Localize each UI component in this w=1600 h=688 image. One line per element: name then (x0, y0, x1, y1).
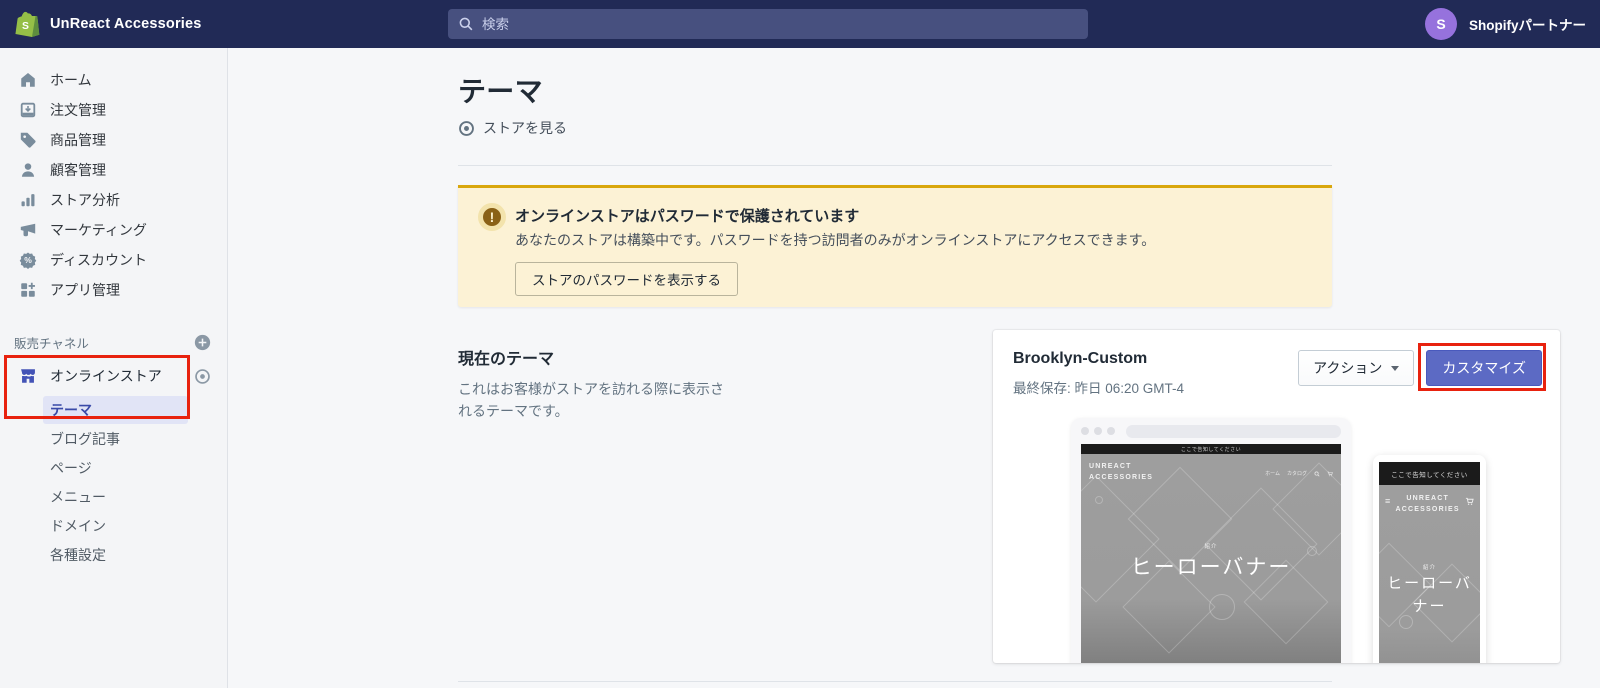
sidebar-item-pages[interactable]: ページ (43, 454, 188, 482)
hamburger-icon: ≡ (1385, 497, 1390, 506)
preview-cart-icon-mobile (1465, 497, 1474, 506)
page-title: テーマ (458, 70, 543, 110)
preview-store-logo: UNREACT ACCESSORIES (1089, 462, 1153, 483)
warning-icon: ! (478, 203, 506, 231)
show-password-button[interactable]: ストアのパスワードを表示する (515, 262, 738, 296)
sidebar-item-discounts[interactable]: % ディスカウント (0, 245, 227, 275)
hero-banner-desktop: UNREACT ACCESSORIES ホーム カタログ 紹介 ヒーローバナー … (1081, 454, 1341, 663)
sidebar-item-products[interactable]: 商品管理 (0, 125, 227, 155)
storefront-icon (19, 367, 37, 385)
sidebar-item-online-store[interactable]: オンラインストア (0, 360, 227, 392)
mobile-preview: ここで告知してください ≡ UNREACT ACCESSORIES (1373, 455, 1486, 663)
theme-card: Brooklyn-Custom 最終保存: 昨日 06:20 GMT-4 アクシ… (993, 330, 1560, 663)
preview-store-logo-mobile: UNREACT ACCESSORIES (1396, 493, 1460, 515)
password-warning-banner: ! オンラインストアはパスワードで保護されています あなたのストアは構築中です。… (458, 185, 1332, 307)
sidebar-item-analytics[interactable]: ストア分析 (0, 185, 227, 215)
announcement-bar: ここで告知してください (1081, 444, 1341, 454)
sidebar-item-blog-posts[interactable]: ブログ記事 (43, 425, 188, 453)
current-theme-description: これはお客様がストアを訪れる際に表示されるテーマです。 (458, 378, 728, 423)
sidebar-item-orders[interactable]: 注文管理 (0, 95, 227, 125)
preview-nav: ホーム カタログ (1265, 470, 1333, 477)
browser-chrome (1071, 418, 1351, 444)
analytics-icon (19, 191, 37, 209)
sidebar-item-menus[interactable]: メニュー (43, 483, 188, 511)
sidebar-item-marketing[interactable]: マーケティング (0, 215, 227, 245)
banner-body: あなたのストアは構築中です。パスワードを持つ訪問者のみがオンラインストアにアクセ… (515, 230, 1155, 250)
banner-title: オンラインストアはパスワードで保護されています (515, 205, 859, 226)
search-icon (458, 16, 474, 32)
svg-text:S: S (22, 21, 29, 32)
orders-icon (19, 101, 37, 119)
view-store-eye-icon[interactable] (194, 368, 211, 385)
store-identity[interactable]: S UnReact Accessories (14, 0, 202, 48)
header-divider (458, 165, 1332, 166)
global-search[interactable] (448, 9, 1088, 39)
hero-banner-mobile: ≡ UNREACT ACCESSORIES 紹介 ヒーローバナー (1379, 485, 1480, 663)
hero-title-mobile: ヒーローバナー (1379, 573, 1480, 618)
sidebar-item-domains[interactable]: ドメイン (43, 512, 188, 540)
sidebar-item-themes[interactable]: テーマ (43, 396, 188, 424)
desktop-preview: ここで告知してください UNREACT ACCESSORIES (1071, 418, 1351, 663)
address-bar (1126, 425, 1341, 438)
sidebar-item-home[interactable]: ホーム (0, 65, 227, 95)
home-icon (19, 71, 37, 89)
topbar: S UnReact Accessories S Shopifyパートナー (0, 0, 1600, 48)
sidebar-item-customers[interactable]: 顧客管理 (0, 155, 227, 185)
add-channel-icon[interactable] (194, 334, 211, 351)
sales-channels-header: 販売チャネル (14, 333, 89, 352)
svg-text:%: % (24, 255, 32, 265)
current-theme-heading: 現在のテーマ (458, 345, 554, 369)
announcement-bar-mobile: ここで告知してください (1379, 462, 1480, 485)
discounts-icon: % (19, 251, 37, 269)
eye-icon (458, 120, 475, 137)
apps-icon (19, 281, 37, 299)
view-store-link[interactable]: ストアを見る (458, 118, 567, 138)
customers-icon (19, 161, 37, 179)
main-content: テーマ ストアを見る ! オンラインストアはパスワードで保護されています あなた… (228, 48, 1600, 688)
user-name: Shopifyパートナー (1469, 14, 1586, 34)
sidebar: ホーム 注文管理 商品管理 顧客管理 ストア分析 マーケティング % ディスカウ… (0, 48, 228, 688)
search-input[interactable] (482, 17, 1078, 32)
sidebar-item-apps[interactable]: アプリ管理 (0, 275, 227, 305)
bottom-divider (458, 681, 1332, 682)
products-icon (19, 131, 37, 149)
sidebar-item-preferences[interactable]: 各種設定 (43, 541, 188, 569)
avatar: S (1425, 8, 1457, 40)
user-menu[interactable]: S Shopifyパートナー (1425, 0, 1586, 48)
hero-title-desktop: ヒーローバナー (1081, 551, 1341, 581)
store-name: UnReact Accessories (50, 16, 202, 32)
preview-cart-icon (1327, 471, 1333, 477)
marketing-icon (19, 221, 37, 239)
shopify-logo-icon: S (14, 10, 40, 38)
preview-search-icon (1314, 471, 1320, 477)
theme-preview: ここで告知してください UNREACT ACCESSORIES (993, 330, 1560, 663)
